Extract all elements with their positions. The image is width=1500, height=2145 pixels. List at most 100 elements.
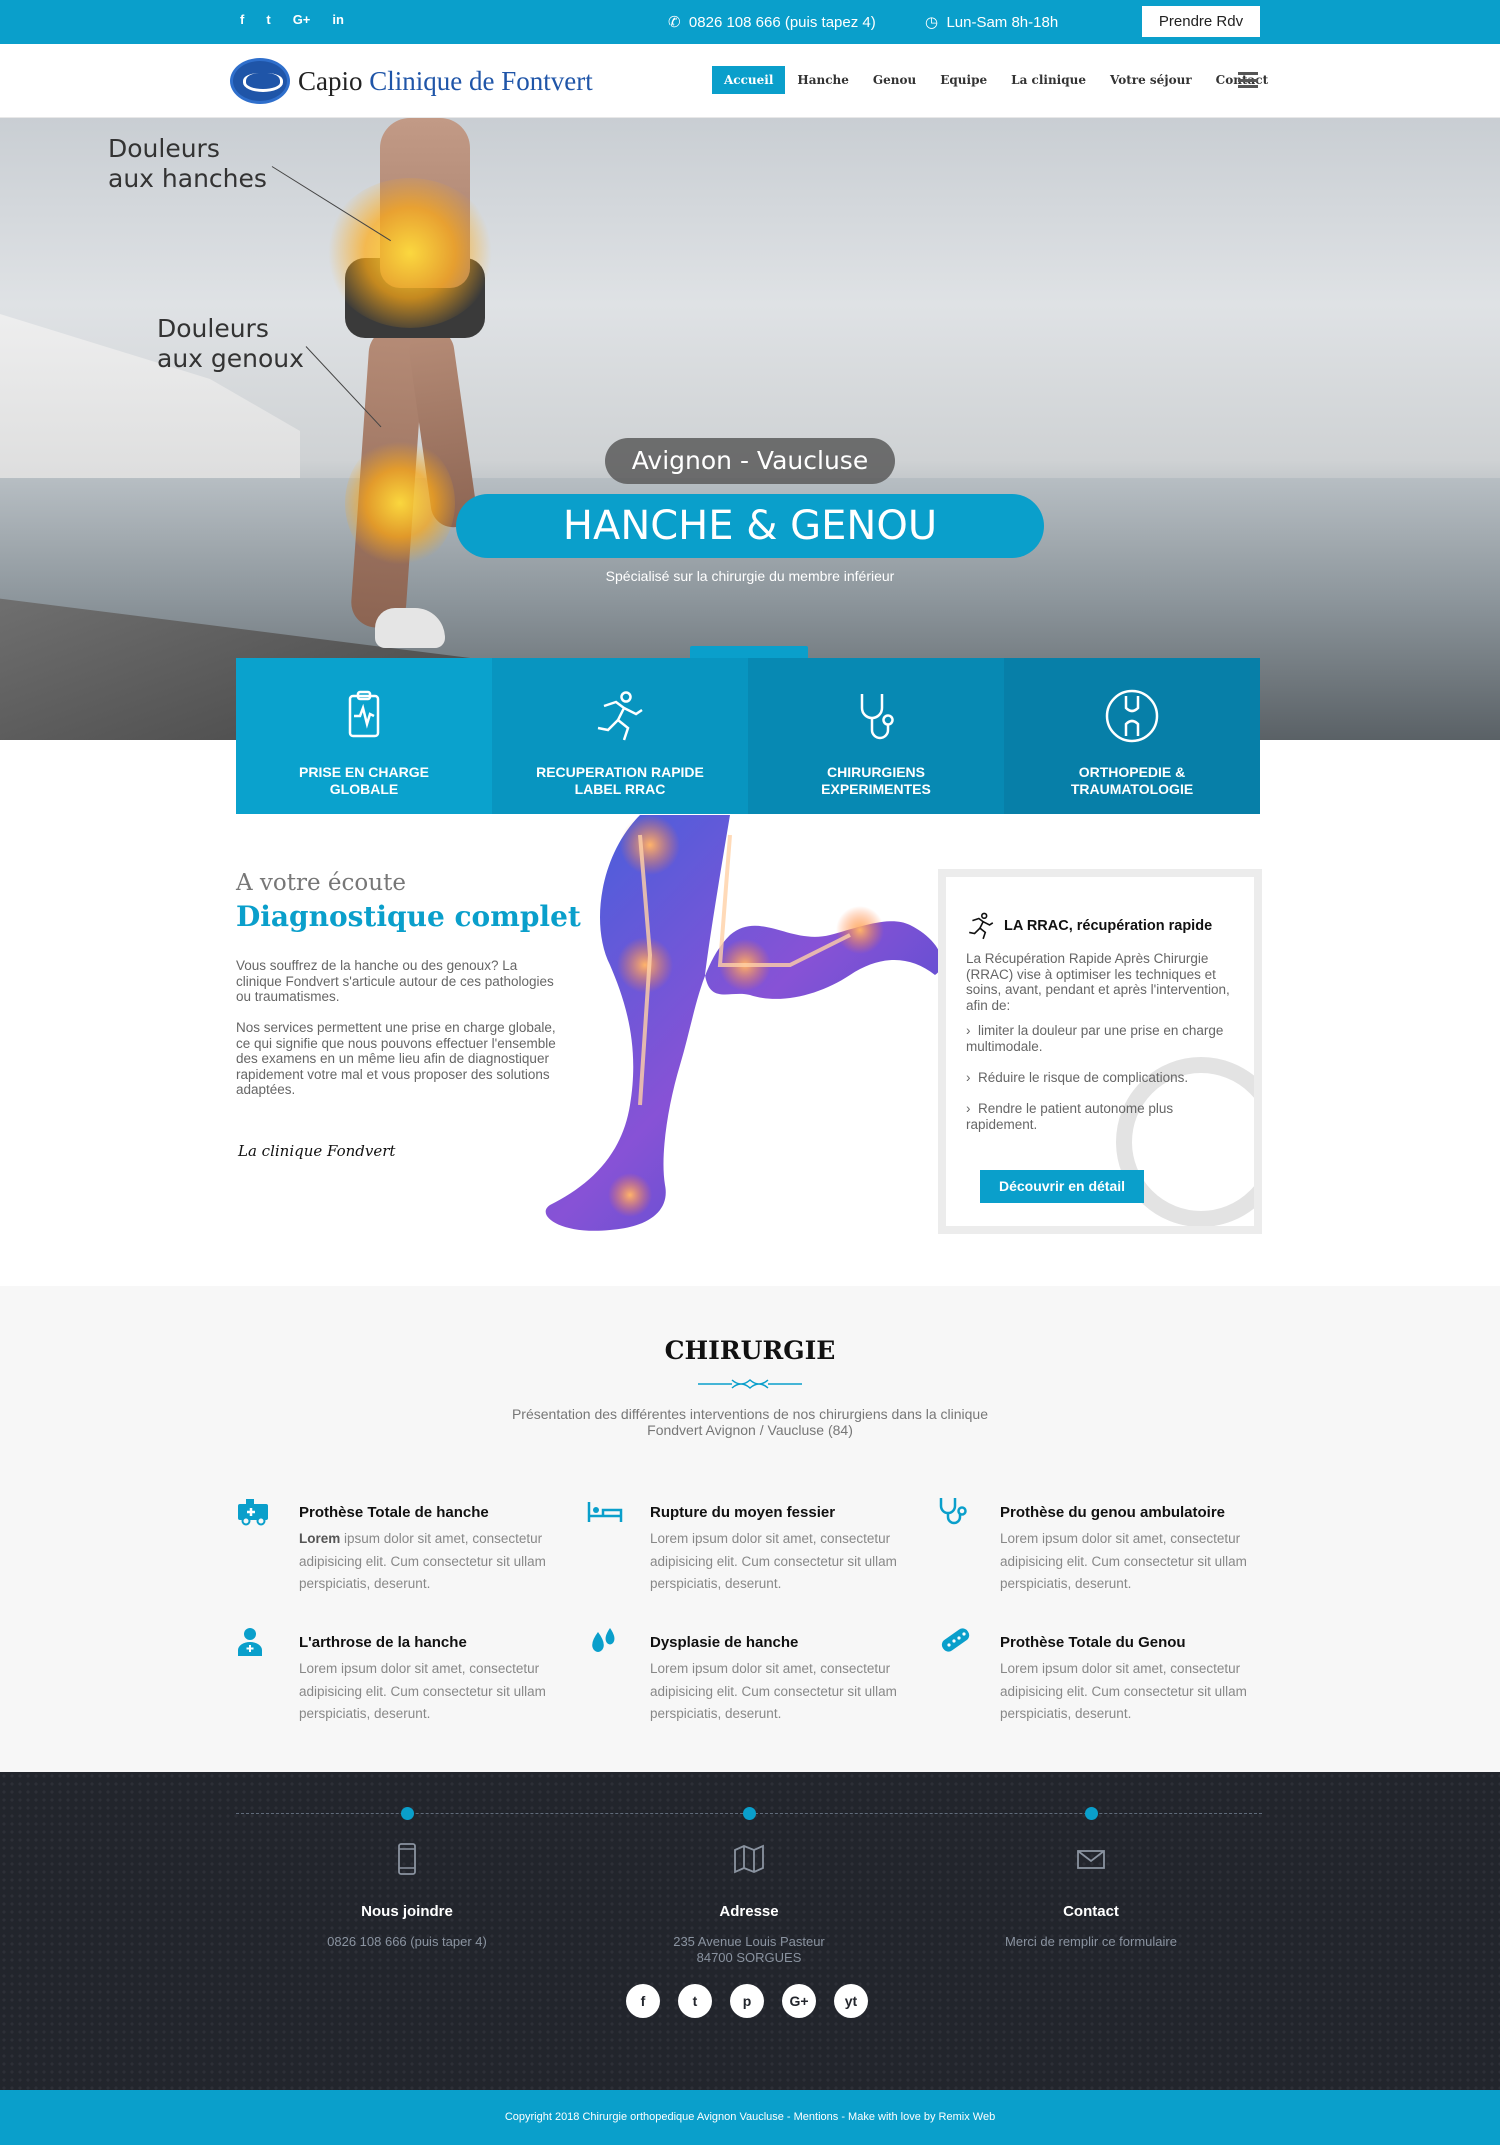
- feature-box-recuperation[interactable]: RECUPERATION RAPIDE LABEL RRAC: [492, 658, 748, 814]
- nav-item-equipe[interactable]: Equipe: [928, 66, 999, 94]
- copyright-bar: Copyright 2018 Chirurgie orthopedique Av…: [0, 2090, 1500, 2145]
- footer-timeline-node: [1085, 1807, 1098, 1820]
- copyright-text[interactable]: Copyright 2018 Chirurgie orthopedique Av…: [505, 2111, 995, 2123]
- google-plus-icon[interactable]: G+: [293, 12, 311, 27]
- page: f t G+ in ✆ 0826 108 666 (puis tapez 4) …: [0, 0, 1500, 2145]
- ambulance-icon: [238, 1499, 268, 1526]
- stethoscope-icon: [860, 694, 894, 740]
- top-hours-text: Lun-Sam 8h-18h: [946, 14, 1059, 31]
- drops-icon: [592, 1628, 615, 1652]
- footer-timeline-node: [743, 1807, 756, 1820]
- hip-pain-label: Douleurs aux hanches: [108, 134, 267, 193]
- feature-box-orthopedie[interactable]: ORTHOPEDIE & TRAUMATOLOGIE: [1004, 658, 1260, 814]
- feature-box-prise-en-charge[interactable]: PRISE EN CHARGE GLOBALE: [236, 658, 492, 814]
- rrac-bullet: › Rendre le patient autonome plus rapide…: [966, 1101, 1174, 1132]
- knee-pain-label: Douleurs aux genoux: [157, 314, 304, 373]
- chirurgie-section: CHIRURGIE Présentation des différentes i…: [0, 1286, 1500, 1772]
- service-title: Prothèse Totale du Genou: [1000, 1634, 1186, 1651]
- doctor-icon: [238, 1628, 262, 1656]
- footer-col-heading: Contact: [1063, 1903, 1119, 1920]
- rrac-bullet-text: Rendre le patient autonome plus rapideme…: [966, 1101, 1174, 1132]
- top-social-links: f t G+ in: [240, 12, 344, 27]
- footer-col-text[interactable]: 0826 108 666 (puis taper 4): [257, 1934, 557, 1950]
- rrac-title: LA RRAC, récupération rapide: [1004, 918, 1213, 934]
- linkedin-icon[interactable]: in: [332, 12, 344, 27]
- runner-icon: [969, 912, 994, 940]
- navbar: Capio Clinique de Fontvert Accueil Hanch…: [0, 44, 1500, 118]
- service-text-lead: Lorem: [299, 1531, 341, 1546]
- service-text: Lorem ipsum dolor sit amet, consectetur …: [299, 1661, 546, 1721]
- twitter-icon[interactable]: t: [678, 1984, 712, 2018]
- knee-pain-glow: [345, 438, 455, 568]
- rrac-detail-button[interactable]: Découvrir en détail: [980, 1170, 1144, 1203]
- logo-name-a: Capio: [298, 65, 363, 96]
- service-title: Prothèse Totale de hanche: [299, 1504, 489, 1521]
- top-phone-text: 0826 108 666 (puis tapez 4): [688, 14, 876, 31]
- logo[interactable]: Capio Clinique de Fontvert: [230, 58, 593, 104]
- logo-name-b: Clinique de Fontvert: [369, 65, 593, 96]
- nav-item-genou[interactable]: Genou: [861, 66, 928, 94]
- chirurgie-subtitle: Présentation des différentes interventio…: [511, 1406, 989, 1438]
- footer-col-heading: Nous joindre: [361, 1903, 453, 1920]
- envelope-icon: [1077, 1850, 1105, 1869]
- top-hours: ◷ Lun-Sam 8h-18h: [925, 13, 1058, 31]
- nav-item-la-clinique[interactable]: La clinique: [999, 66, 1098, 94]
- footer-col-text[interactable]: Merci de remplir ce formulaire: [941, 1934, 1241, 1950]
- phone-icon: ✆: [668, 14, 681, 31]
- clipboard-icon: [348, 690, 380, 738]
- hero: Douleurs aux hanches Douleurs aux genoux…: [0, 118, 1500, 740]
- appointment-button[interactable]: Prendre Rdv: [1142, 6, 1260, 37]
- footer-col-contact: Contact Merci de remplir ce formulaire: [941, 1842, 1241, 1950]
- rrac-card: LA RRAC, récupération rapide La Récupéra…: [938, 869, 1262, 1234]
- footer-col-text: 235 Avenue Louis Pasteur 84700 SORGUES: [673, 1934, 825, 1965]
- runner-icon: [597, 691, 643, 741]
- service-text: Lorem ipsum dolor sit amet, consectetur …: [1000, 1531, 1247, 1591]
- top-bar: f t G+ in ✆ 0826 108 666 (puis tapez 4) …: [0, 0, 1500, 44]
- bed-icon: [587, 1502, 623, 1522]
- service-text: Lorem ipsum dolor sit amet, consectetur …: [650, 1531, 897, 1591]
- rrac-intro: La Récupération Rapide Après Chirurgie (…: [966, 951, 1230, 1013]
- nav-item-votre-sejour[interactable]: Votre séjour: [1098, 66, 1204, 94]
- map-icon: [734, 1844, 764, 1874]
- pinterest-icon[interactable]: p: [730, 1984, 764, 2018]
- rrac-bullet: › limiter la douleur par une prise en ch…: [966, 1023, 1224, 1054]
- service-text: Lorem ipsum dolor sit amet, consectetur …: [650, 1661, 897, 1721]
- stethoscope-icon: [939, 1498, 967, 1525]
- feature-label: CHIRURGIENS EXPERIMENTES: [821, 764, 931, 797]
- service-title: Rupture du moyen fessier: [650, 1504, 836, 1521]
- youtube-icon[interactable]: yt: [834, 1984, 868, 2018]
- google-plus-icon[interactable]: G+: [782, 1984, 816, 2018]
- nav-item-hanche[interactable]: Hanche: [785, 66, 861, 94]
- rrac-bullet-text: Réduire le risque de complications.: [978, 1070, 1189, 1085]
- diag-paragraph-1: Vous souffrez de la hanche ou des genoux…: [236, 958, 554, 1004]
- footer-timeline-node: [401, 1807, 414, 1820]
- footer-col-phone: Nous joindre 0826 108 666 (puis taper 4): [257, 1842, 557, 1950]
- hero-city: Avignon - Vaucluse: [605, 438, 895, 484]
- facebook-icon[interactable]: f: [240, 12, 244, 27]
- hip-pain-glow: [325, 178, 495, 328]
- hamburger-menu-icon[interactable]: [1238, 72, 1258, 88]
- top-phone: ✆ 0826 108 666 (puis tapez 4): [668, 13, 876, 31]
- nav-item-accueil[interactable]: Accueil: [712, 66, 786, 94]
- service-title: L'arthrose de la hanche: [299, 1634, 467, 1651]
- pill-icon: [941, 1628, 970, 1652]
- footer: Nous joindre 0826 108 666 (puis taper 4)…: [0, 1772, 1500, 2090]
- phone-icon: [398, 1843, 416, 1875]
- feature-box-chirurgiens[interactable]: CHIRURGIENS EXPERIMENTES: [748, 658, 1004, 814]
- anatomy-leg-image: [545, 815, 942, 1231]
- footer-col-heading: Adresse: [719, 1903, 779, 1920]
- rrac-bullet: › Réduire le risque de complications.: [966, 1070, 1189, 1085]
- knee-pain-label-text: Douleurs aux genoux: [157, 314, 304, 373]
- twitter-icon[interactable]: t: [266, 12, 270, 27]
- footer-social-links: f t p G+ yt: [626, 1984, 868, 2018]
- rrac-heading: LA RRAC, récupération rapide: [966, 911, 1212, 941]
- hip-pain-label-text: Douleurs aux hanches: [108, 134, 267, 193]
- hero-subtitle: Spécialisé sur la chirurgie du membre in…: [605, 568, 895, 584]
- service-title: Dysplasie de hanche: [650, 1634, 799, 1651]
- service-title: Prothèse du genou ambulatoire: [1000, 1504, 1226, 1521]
- feature-boxes: PRISE EN CHARGE GLOBALE RECUPERATION RAP…: [236, 658, 1260, 814]
- footer-col-address: Adresse 235 Avenue Louis Pasteur 84700 S…: [599, 1842, 899, 1966]
- facebook-icon[interactable]: f: [626, 1984, 660, 2018]
- diag-eyebrow: A votre écoute: [236, 870, 406, 896]
- signature: La clinique Fondvert: [238, 1142, 396, 1160]
